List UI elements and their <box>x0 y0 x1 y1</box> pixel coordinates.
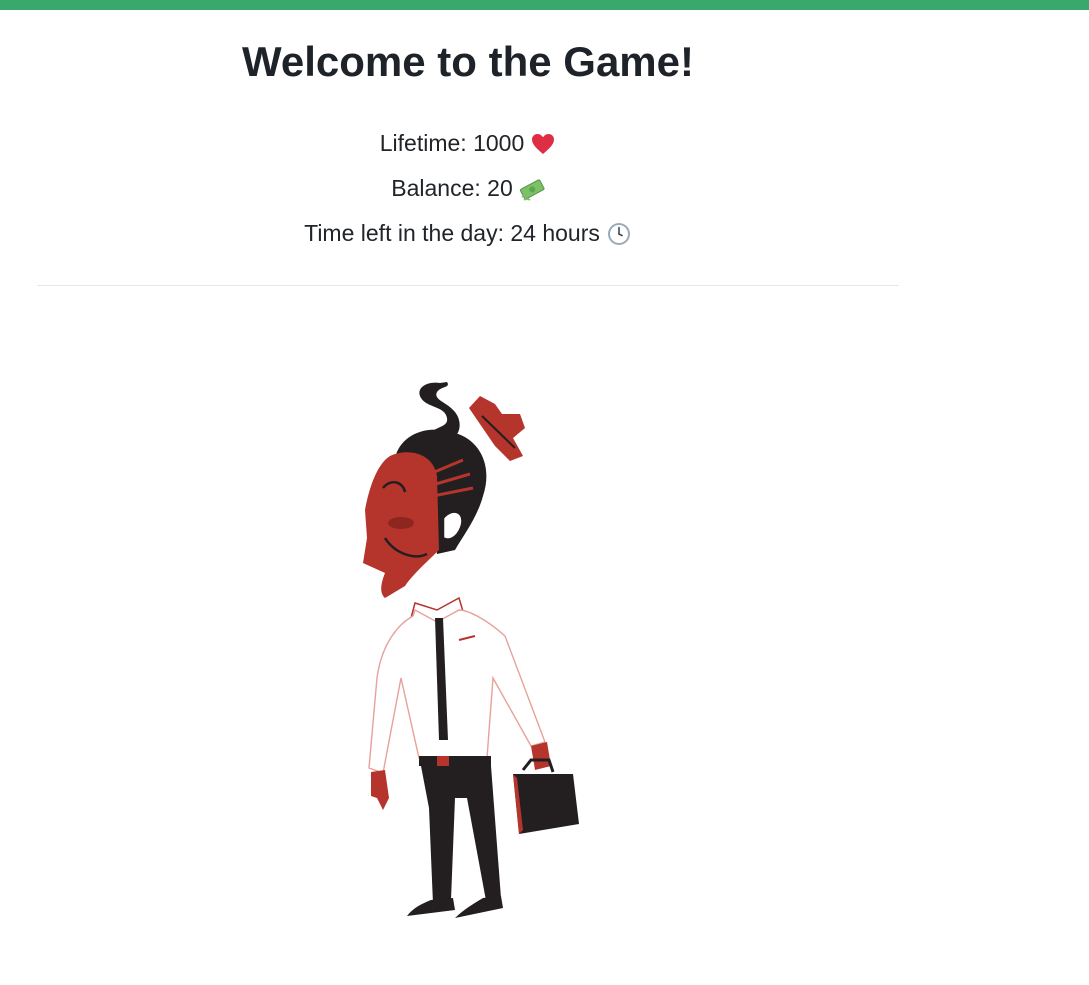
stats-panel: Lifetime: 1000 Balance: 20 Time left in … <box>37 130 899 247</box>
top-accent-bar <box>0 0 1089 10</box>
lifetime-stat: Lifetime: 1000 <box>37 130 899 157</box>
game-panel: Welcome to the Game! Lifetime: 1000 Bala… <box>37 10 899 265</box>
briefcase <box>513 758 579 834</box>
time-label: Time left in the day: 24 hours <box>304 220 600 246</box>
time-stat: Time left in the day: 24 hours <box>37 220 899 247</box>
balance-stat: Balance: 20 <box>37 175 899 202</box>
clock-icon <box>606 221 632 247</box>
section-divider <box>37 285 899 286</box>
businessman-character <box>355 378 595 928</box>
money-icon <box>519 176 545 202</box>
lifetime-label: Lifetime: 1000 <box>379 130 525 156</box>
page-title: Welcome to the Game! <box>242 38 694 85</box>
balance-label: Balance: 20 <box>391 175 513 201</box>
heart-icon <box>530 131 556 157</box>
